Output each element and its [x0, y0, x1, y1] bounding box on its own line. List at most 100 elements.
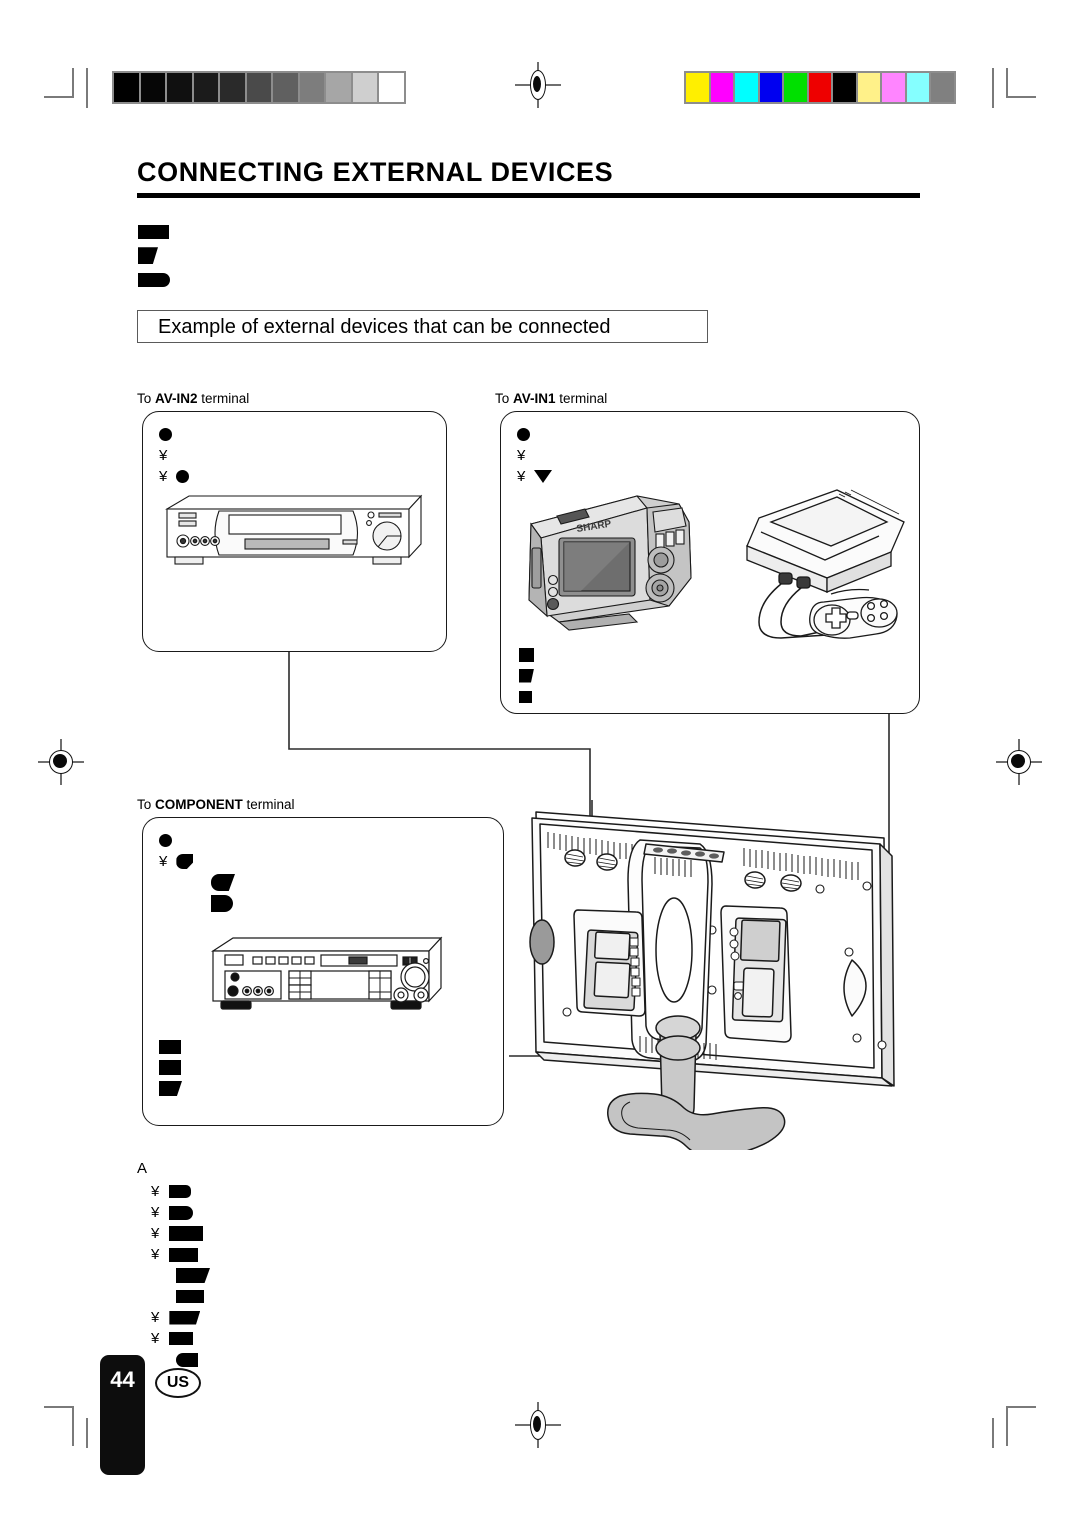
yen-icon: ¥ [159, 853, 168, 870]
callout-label-component: To COMPONENT terminal [137, 797, 295, 812]
label-suffix-av-in2: terminal [197, 391, 250, 406]
yen-icon: ¥ [151, 1246, 160, 1263]
crop-mark-tl-v [72, 68, 74, 98]
bullet-icon [517, 428, 530, 441]
note-item: ¥ [137, 1328, 210, 1349]
color-swatch [882, 73, 905, 102]
callout-footnote-component [159, 1036, 182, 1099]
black-box-round-icon [176, 1352, 198, 1367]
mark-row: ¥ [159, 445, 189, 466]
yen-icon: ¥ [151, 1204, 160, 1221]
color-swatch [931, 73, 955, 102]
section-heading-box: Example of external devices that can be … [137, 310, 708, 343]
black-box-icon [159, 1060, 181, 1075]
callout-label-av-in1: To AV-IN1 terminal [495, 391, 607, 406]
mark-row [159, 872, 235, 893]
label-suffix-component: terminal [242, 797, 295, 812]
black-box-icon [169, 1226, 204, 1241]
black-box-icon [169, 1247, 199, 1262]
note-item: ¥ [137, 1202, 210, 1223]
black-box-icon [159, 1039, 181, 1054]
color-swatch [808, 73, 832, 102]
label-suffix-av-in1: terminal [555, 391, 608, 406]
crop-mark-br-h [1006, 1406, 1036, 1408]
yen-icon: ¥ [159, 468, 168, 485]
crop-mark-bl2-v [86, 1418, 88, 1448]
mark-row [159, 830, 235, 851]
intro-glyph-block [138, 222, 170, 289]
note-item: ¥ [137, 1307, 210, 1328]
intro-glyph-3 [138, 270, 170, 289]
yen-icon: ¥ [151, 1225, 160, 1242]
color-swatch [686, 73, 709, 102]
intro-glyph-2 [138, 246, 170, 265]
grayscale-swatch [299, 73, 325, 102]
black-box-slanted-icon [169, 1310, 201, 1325]
game-console-illustration [746, 489, 905, 639]
grayscale-swatch [379, 73, 405, 102]
region-code-badge: US [155, 1368, 201, 1398]
black-box-icon [169, 1205, 194, 1220]
section-heading-text: Example of external devices that can be … [158, 316, 611, 338]
footnote-glyph-row [519, 644, 534, 665]
mark-row: ¥ [517, 445, 552, 466]
grayscale-swatch [220, 73, 245, 102]
color-swatch [735, 73, 758, 102]
page-title: CONNECTING EXTERNAL DEVICES [137, 157, 614, 187]
note-item: ¥ [137, 1244, 210, 1265]
color-swatch [833, 73, 856, 102]
glyph-f-icon [211, 895, 233, 912]
grayscale-swatch [352, 73, 378, 102]
callout-box-av-in2: ¥ ¥ [142, 411, 447, 652]
crop-mark-br2-v [992, 1418, 994, 1448]
note-item [137, 1349, 210, 1370]
grayscale-swatch [167, 73, 192, 102]
black-square-icon [519, 647, 534, 662]
crop-mark-bl-v [72, 1406, 74, 1446]
callout-footnote-av-in1 [519, 644, 534, 707]
label-prefix-av-in1: To [495, 391, 514, 406]
mark-row [159, 424, 189, 445]
black-box-slanted-icon [176, 1268, 210, 1283]
callout-box-component: ¥ [142, 817, 504, 1126]
registration-mark-top [515, 62, 561, 108]
grayscale-swatch [114, 73, 139, 102]
glyph-e-icon [211, 874, 235, 891]
grayscale-swatch [193, 73, 219, 102]
black-box-icon [176, 1290, 204, 1303]
grayscale-swatch [246, 73, 272, 102]
yen-icon: ¥ [159, 447, 168, 464]
grayscale-swatch [326, 73, 351, 102]
bullet-icon [176, 470, 190, 483]
mark-row [517, 424, 552, 445]
title-underline-rule [137, 193, 920, 198]
grayscale-step-wedge [112, 71, 406, 104]
mark-row: ¥ [159, 466, 190, 487]
note-item [137, 1265, 210, 1286]
label-term-av-in1: AV-IN1 [513, 391, 556, 406]
color-control-bar [684, 71, 956, 104]
label-term-component: COMPONENT [155, 797, 243, 812]
registration-mark-left [38, 739, 84, 785]
color-swatch [710, 73, 734, 102]
black-box-icon [169, 1185, 192, 1198]
bullet-icon [159, 834, 172, 847]
crop-mark-tr-h [1006, 96, 1036, 98]
vcr-illustration [164, 494, 423, 565]
intro-glyph-1 [138, 222, 170, 241]
page-number: 44 [110, 1367, 135, 1392]
registration-mark-right [996, 739, 1042, 785]
crop-mark-tr-v [1006, 68, 1008, 98]
yen-icon: ¥ [151, 1183, 160, 1200]
grayscale-swatch [140, 73, 166, 102]
color-swatch [759, 73, 783, 102]
label-term-av-in2: AV-IN2 [155, 391, 198, 406]
lcd-television-rear-view [529, 811, 895, 1150]
note-item [137, 1286, 210, 1307]
mark-row [159, 893, 235, 914]
label-prefix-av-in2: To [137, 391, 156, 406]
crop-mark-tl2-v [86, 68, 88, 108]
footnote-glyph-row [159, 1036, 182, 1057]
notes-block: A ¥ ¥ ¥ ¥ ¥ ¥ [137, 1158, 210, 1370]
color-swatch [784, 73, 807, 102]
